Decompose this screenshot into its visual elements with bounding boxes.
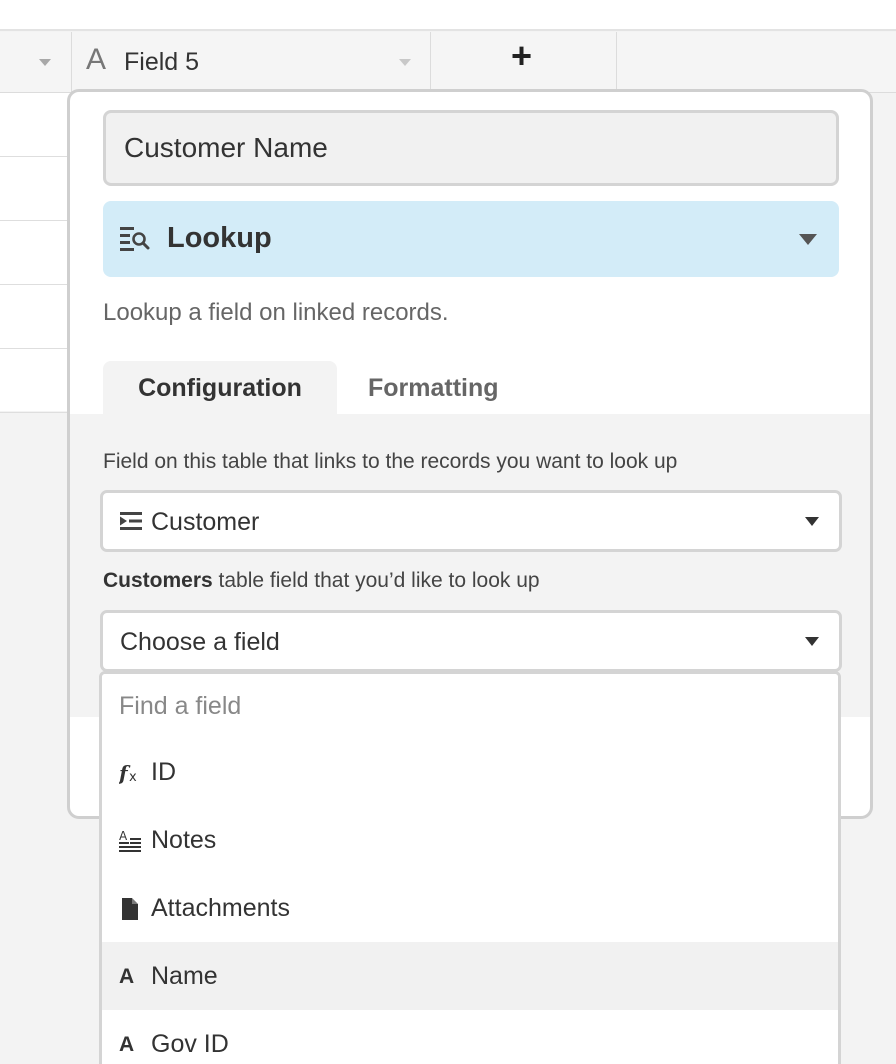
plus-icon: + xyxy=(511,35,533,76)
chevron-down-icon xyxy=(805,637,819,646)
chevron-down-icon xyxy=(805,517,819,526)
single-line-text-icon: A xyxy=(86,43,107,76)
long-text-icon: A xyxy=(119,829,141,852)
lookup-field-label: Customers table field that you’d like to… xyxy=(103,569,540,593)
grid-row[interactable] xyxy=(0,93,72,157)
dropdown-option-id[interactable]: f x ID xyxy=(102,738,838,806)
single-line-text-icon: A xyxy=(119,1033,135,1056)
field-type-label: Lookup xyxy=(167,222,272,254)
add-field-button[interactable]: + xyxy=(431,32,617,92)
find-field-input[interactable] xyxy=(102,674,838,738)
attachment-icon xyxy=(122,898,138,920)
svg-text:x: x xyxy=(129,770,137,785)
formula-icon: f x xyxy=(119,761,137,785)
link-field-label: Field on this table that links to the re… xyxy=(103,450,678,473)
grid-rows xyxy=(0,93,72,413)
top-bar xyxy=(0,0,896,31)
grid-row[interactable] xyxy=(0,221,72,285)
lookup-field-value: Choose a field xyxy=(120,628,280,656)
option-label: Gov ID xyxy=(151,1030,229,1058)
column-header-label: Field 5 xyxy=(124,48,200,76)
field-name-input[interactable] xyxy=(103,110,839,186)
link-record-icon xyxy=(120,512,142,530)
dropdown-option-attachments[interactable]: Attachments xyxy=(102,874,838,942)
option-label: Name xyxy=(151,962,218,990)
dropdown-option-gov-id[interactable]: A Gov ID xyxy=(102,1010,838,1064)
column-header-previous[interactable] xyxy=(0,32,72,92)
column-menu-caret-icon[interactable] xyxy=(399,59,411,66)
lookup-icon xyxy=(120,227,150,251)
lookup-field-select[interactable]: Choose a field xyxy=(100,610,842,672)
field-type-description: Lookup a field on linked records. xyxy=(103,299,449,326)
single-line-text-icon: A xyxy=(119,965,135,988)
chevron-down-icon xyxy=(799,234,817,245)
svg-text:A: A xyxy=(119,829,128,843)
field-picker-dropdown: f x ID A Notes Attachments A Name A Gov … xyxy=(99,671,841,1064)
field-type-select[interactable]: Lookup xyxy=(103,201,839,277)
grid-row[interactable] xyxy=(0,349,72,413)
option-label: Notes xyxy=(151,826,217,854)
link-field-select[interactable]: Customer xyxy=(100,490,842,552)
dropdown-option-notes[interactable]: A Notes xyxy=(102,806,838,874)
grid-row[interactable] xyxy=(0,157,72,221)
column-menu-caret-icon[interactable] xyxy=(39,59,51,66)
column-header-field-5[interactable]: A Field 5 xyxy=(72,32,431,92)
option-label: Attachments xyxy=(151,894,290,922)
tab-configuration[interactable]: Configuration xyxy=(103,361,337,415)
link-field-value: Customer xyxy=(151,508,260,536)
tab-formatting[interactable]: Formatting xyxy=(368,361,508,415)
lookup-field-label-text: table field that you’d like to look up xyxy=(212,569,540,592)
linked-table-name: Customers xyxy=(103,569,213,592)
grid-row[interactable] xyxy=(0,285,72,349)
option-label: ID xyxy=(151,758,176,786)
grid-header-row: A Field 5 + xyxy=(0,32,896,93)
dropdown-option-name[interactable]: A Name xyxy=(102,942,838,1010)
